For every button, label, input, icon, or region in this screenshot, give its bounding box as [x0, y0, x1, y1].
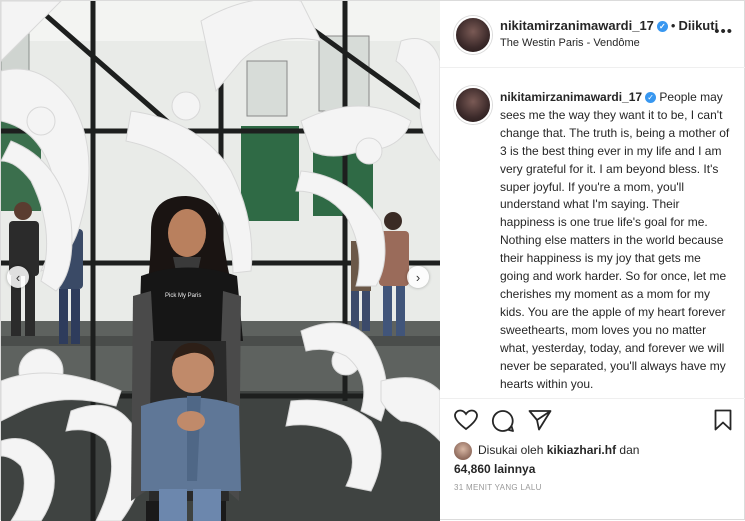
caption-text: People may sees me the way they want it …: [500, 90, 730, 391]
likes-suffix[interactable]: lainnya: [494, 462, 535, 476]
caption-author-avatar[interactable]: [454, 86, 492, 124]
instagram-post-modal: Pick My Paris ‹ › nikitamirzanimawardi_1…: [0, 0, 745, 521]
author-username[interactable]: nikitamirzanimawardi_17: [500, 18, 654, 33]
share-icon[interactable]: [528, 409, 552, 431]
likes-summary: Disukai oleh kikiazhari.hf dan 64,860 la…: [454, 441, 639, 478]
next-photo-button[interactable]: ›: [407, 266, 429, 288]
shirt-print: Pick My Paris: [165, 293, 201, 299]
comment-icon[interactable]: [491, 409, 515, 433]
post-caption: nikitamirzanimawardi_17 ✓ People may sees…: [440, 68, 745, 398]
liker-avatar[interactable]: [454, 441, 472, 460]
likes-count[interactable]: 64,860: [454, 462, 491, 476]
post-timestamp: 31 MENIT YANG LALU: [454, 483, 542, 492]
photo-scene: Pick My Paris: [1, 1, 440, 521]
post-photo[interactable]: Pick My Paris ‹ ›: [1, 1, 440, 521]
post-sidebar: nikitamirzanimawardi_17 ✓ • Diikuti The Wes…: [440, 1, 745, 521]
likes-connector: dan: [619, 443, 640, 457]
caption-text-block: nikitamirzanimawardi_17 ✓ People may sees…: [500, 89, 733, 393]
author-line: nikitamirzanimawardi_17 ✓ • Diikuti: [500, 18, 718, 33]
action-bar: [440, 398, 745, 439]
verified-badge-icon: ✓: [656, 21, 668, 33]
post-location[interactable]: The Westin Paris - Vendôme: [500, 37, 640, 49]
liker-username[interactable]: kikiazhari.hf: [547, 443, 616, 457]
follow-status-button[interactable]: Diikuti: [678, 18, 718, 33]
likes-prefix: Disukai oleh: [478, 443, 544, 457]
ellipsis-icon[interactable]: •••: [714, 23, 733, 40]
caption-username[interactable]: nikitamirzanimawardi_17: [500, 90, 642, 104]
verified-badge-icon: ✓: [645, 92, 657, 104]
separator-dot: •: [670, 18, 676, 33]
author-avatar[interactable]: [454, 16, 492, 54]
bookmark-icon[interactable]: [714, 409, 732, 431]
previous-photo-button[interactable]: ‹: [7, 266, 29, 288]
post-header: nikitamirzanimawardi_17 ✓ • Diikuti The Wes…: [440, 1, 745, 68]
heart-icon[interactable]: [454, 409, 478, 431]
